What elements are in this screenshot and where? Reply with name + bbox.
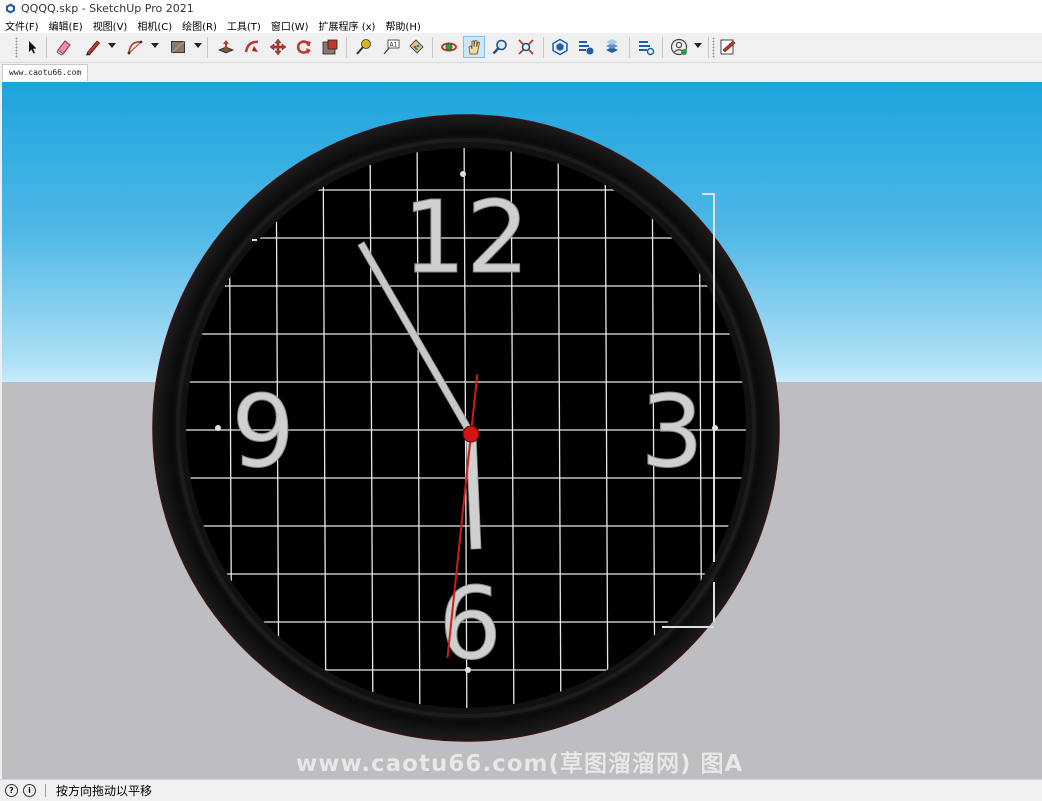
zoom-icon xyxy=(492,39,507,55)
follow-me-tool-button[interactable] xyxy=(241,36,263,58)
extension-warehouse-icon xyxy=(579,41,594,55)
warehouse-icon xyxy=(552,38,568,56)
move-tool-button[interactable] xyxy=(267,36,289,58)
push-pull-tool-button[interactable] xyxy=(215,36,237,58)
sketch-edit-icon xyxy=(720,39,736,55)
rotate-tool-button[interactable] xyxy=(293,36,315,58)
eraser-tool-button[interactable] xyxy=(53,36,75,58)
profile-icon xyxy=(670,38,688,56)
hour-dot-12 xyxy=(460,171,466,177)
svg-text:A1: A1 xyxy=(390,42,398,49)
menu-bar: 文件(F) 编辑(E) 视图(V) 相机(C) 绘图(R) 工具(T) 窗口(W… xyxy=(0,17,1042,33)
paint-bucket-icon xyxy=(409,39,424,54)
center-cap xyxy=(462,425,480,443)
orbit-tool-button[interactable] xyxy=(438,36,460,58)
profile-button[interactable] xyxy=(668,36,690,58)
zoom-extents-icon xyxy=(518,39,534,55)
pan-tool-button[interactable] xyxy=(463,36,485,58)
status-bar: ? i 按方向拖动以平移 xyxy=(0,779,1042,801)
watermark-text: www.caotu66.com(草图溜溜网) 图A xyxy=(296,751,744,777)
menu-tools[interactable]: 工具(T) xyxy=(222,18,266,33)
extension-warehouse-button[interactable] xyxy=(575,36,597,58)
paint-bucket-tool-button[interactable] xyxy=(405,36,427,58)
sketchup-logo-icon xyxy=(6,3,15,14)
text-label-icon: A1 xyxy=(383,39,400,55)
toolbar-separator xyxy=(46,37,47,58)
move-icon xyxy=(269,38,287,56)
toolbar-grip[interactable] xyxy=(15,37,18,58)
toolbar-separator xyxy=(543,37,544,58)
toolbar-grip[interactable] xyxy=(712,37,715,58)
rotate-icon xyxy=(296,40,311,54)
geo-location-icon[interactable]: ? xyxy=(5,784,18,797)
menu-view[interactable]: 视图(V) xyxy=(88,18,133,33)
menu-camera[interactable]: 相机(C) xyxy=(132,18,177,33)
toolbar-separator xyxy=(662,37,663,58)
scene-tab-strip: www.caotu66.com xyxy=(0,63,1042,82)
pan-hand-icon xyxy=(468,40,480,55)
clock-model: 12 3 6 9 xyxy=(152,114,780,742)
scale-icon xyxy=(322,39,338,55)
text-tool-button[interactable]: A1 xyxy=(380,36,402,58)
select-icon xyxy=(29,41,37,54)
zoom-extents-tool-button[interactable] xyxy=(515,36,537,58)
hour-dot-3 xyxy=(712,425,718,431)
scene-tab[interactable]: www.caotu66.com xyxy=(2,64,89,81)
arc-icon xyxy=(127,40,143,55)
rectangle-tool-dropdown[interactable] xyxy=(194,43,202,48)
follow-me-icon xyxy=(244,40,259,53)
profile-dropdown[interactable] xyxy=(694,43,702,48)
scale-tool-button[interactable] xyxy=(319,36,341,58)
menu-draw[interactable]: 绘图(R) xyxy=(177,18,222,33)
line-tool-button[interactable] xyxy=(82,36,104,58)
toolbar-separator xyxy=(346,37,347,58)
pencil-line-icon xyxy=(86,40,101,56)
3d-warehouse-button[interactable] xyxy=(549,36,571,58)
menu-extensions[interactable]: 扩展程序 (x) xyxy=(314,18,381,33)
toolbar-separator xyxy=(432,37,433,58)
toolbar-separator xyxy=(708,37,709,58)
toolbar-separator xyxy=(629,37,630,58)
toolbar-separator xyxy=(207,37,208,58)
rectangle-icon xyxy=(171,41,185,53)
eraser-icon xyxy=(56,40,71,56)
model-viewport[interactable]: 12 3 6 9 www.caotu66.com(草图溜溜网) 图A xyxy=(2,82,1042,779)
push-pull-icon xyxy=(217,40,235,54)
menu-help[interactable]: 帮助(H) xyxy=(380,18,425,33)
extension-manager-button[interactable] xyxy=(635,36,657,58)
status-separator xyxy=(45,784,46,797)
menu-window[interactable]: 窗口(W) xyxy=(266,18,314,33)
sketch-edit-button[interactable] xyxy=(717,36,739,58)
status-message: 按方向拖动以平移 xyxy=(56,784,153,798)
tape-measure-tool-button[interactable] xyxy=(353,36,375,58)
numeral-6: 6 xyxy=(438,565,502,682)
numeral-3: 3 xyxy=(640,373,704,490)
zoom-tool-button[interactable] xyxy=(489,36,511,58)
hour-dot-9 xyxy=(215,425,221,431)
arc-tool-dropdown[interactable] xyxy=(151,43,159,48)
layout-icon xyxy=(606,39,618,53)
main-toolbar: A1 xyxy=(0,33,1042,63)
rectangle-tool-button[interactable] xyxy=(167,36,189,58)
orbit-icon xyxy=(441,42,457,52)
window-title: QQQQ.skp - SketchUp Pro 2021 xyxy=(21,2,194,15)
tape-measure-icon xyxy=(356,39,371,55)
select-tool-button[interactable] xyxy=(21,36,43,58)
menu-edit[interactable]: 编辑(E) xyxy=(44,18,88,33)
info-icon[interactable]: i xyxy=(23,784,36,797)
line-tool-dropdown[interactable] xyxy=(108,43,116,48)
extension-manager-icon xyxy=(639,41,655,56)
arc-tool-button[interactable] xyxy=(124,36,146,58)
menu-file[interactable]: 文件(F) xyxy=(0,18,44,33)
send-to-layout-button[interactable] xyxy=(601,36,623,58)
numeral-12: 12 xyxy=(402,179,529,296)
numeral-9: 9 xyxy=(231,373,295,490)
title-bar: QQQQ.skp - SketchUp Pro 2021 xyxy=(0,0,1042,17)
